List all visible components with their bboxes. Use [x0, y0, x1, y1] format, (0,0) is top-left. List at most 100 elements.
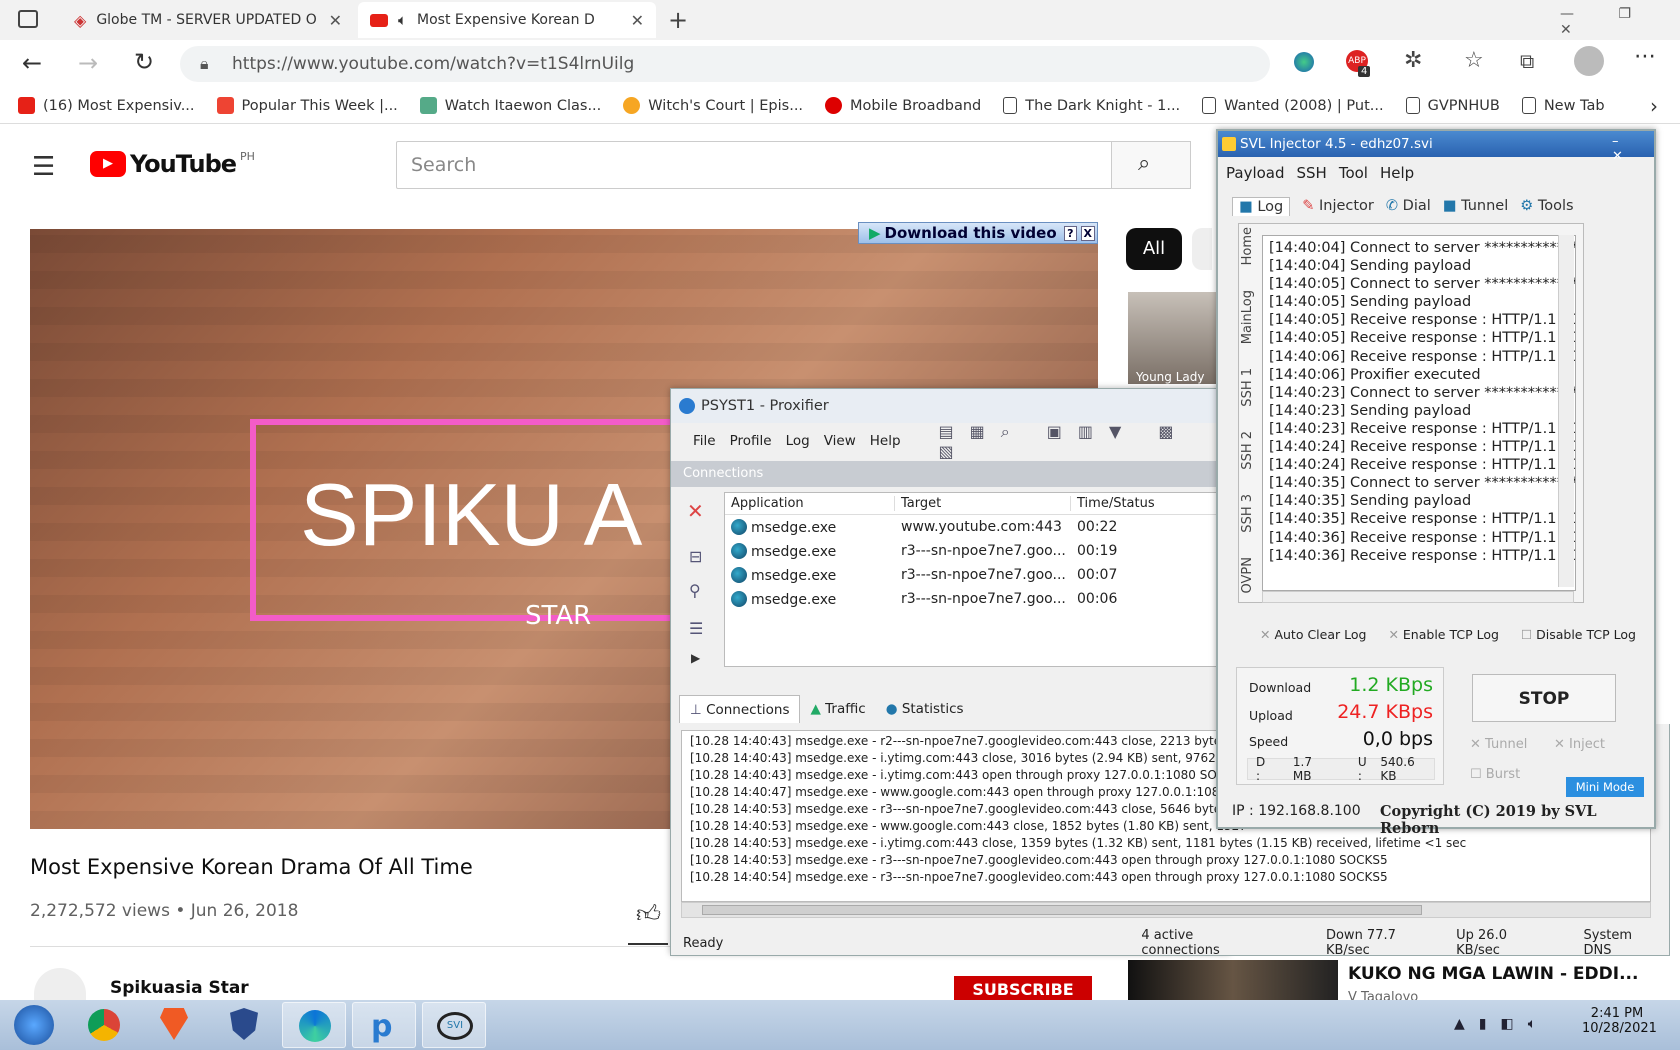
tab-traffic[interactable]: ▲ Traffic	[800, 695, 875, 723]
side-tab-ovpn[interactable]: OVPN	[1240, 557, 1262, 593]
bookmark-item[interactable]: Watch Itaewon Clas...	[419, 88, 601, 124]
toolbar-icons[interactable]: ▤▦⌕ ▣▥▼ ▩ ▧	[939, 422, 1229, 461]
list-icon[interactable]: ☰	[689, 619, 703, 638]
extensions-puzzle-icon[interactable]: ✲	[1404, 48, 1422, 73]
side-tab-home[interactable]: Home	[1240, 227, 1262, 265]
start-button-icon[interactable]	[14, 1005, 54, 1045]
tab-injector[interactable]: ✎ Injector	[1302, 198, 1374, 214]
subscribe-button[interactable]: SUBSCRIBE	[954, 976, 1092, 1000]
tab-connections[interactable]: ⊥ Connections	[679, 695, 801, 723]
close-connection-icon[interactable]: ✕	[687, 499, 704, 523]
table-row[interactable]: msedge.exe r3---sn-npoe7ne7.goo... 00:19	[725, 539, 1229, 563]
mini-mode-button[interactable]: Mini Mode	[1566, 777, 1644, 797]
speaker-icon[interactable]: 🔈︎	[398, 11, 407, 29]
svl-window-controls[interactable]: – ✕	[1612, 134, 1654, 164]
bookmark-item[interactable]: The Dark Knight - 1...	[1003, 88, 1180, 124]
tab-youtube[interactable]: 🔈︎ Most Expensive Korean Drar ✕	[358, 2, 656, 38]
side-tab-ssh1[interactable]: SSH 1	[1240, 368, 1262, 407]
tray-icons[interactable]: ▲▮◧🔈︎	[1454, 1016, 1550, 1032]
chip-next[interactable]	[1192, 228, 1212, 270]
svl-vertical-scrollbar[interactable]	[1558, 235, 1574, 587]
taskbar-brave[interactable]	[142, 1002, 206, 1048]
tab-tunnel[interactable]: ■ Tunnel	[1443, 198, 1509, 214]
find-icon[interactable]: ⚲	[689, 581, 701, 600]
tab-actions-icon[interactable]	[18, 10, 38, 28]
menu-log[interactable]: Log	[786, 433, 810, 449]
reload-icon[interactable]: ↻	[134, 48, 154, 76]
menu-tool[interactable]: Tool	[1339, 164, 1368, 182]
search-button[interactable]: ⌕	[1111, 141, 1191, 189]
window-controls[interactable]: — ❐ ✕	[1560, 6, 1680, 38]
new-tab-icon[interactable]: +	[668, 6, 688, 34]
bookmark-item[interactable]: Wanted (2008) | Put...	[1202, 88, 1384, 124]
bookmark-item[interactable]: Mobile Broadband	[825, 88, 981, 124]
vpn-extension-icon[interactable]	[1294, 52, 1314, 72]
more-menu-icon[interactable]: ⋯	[1634, 44, 1656, 69]
taskbar-vpn[interactable]	[212, 1002, 276, 1048]
table-row[interactable]: msedge.exe r3---sn-npoe7ne7.goo... 00:06	[725, 587, 1229, 611]
chevron-right-icon[interactable]: ›	[1650, 94, 1658, 118]
remove-rule-icon[interactable]: ⊟	[689, 547, 702, 566]
taskbar-svl[interactable]: SVI	[422, 1002, 486, 1048]
lock-icon[interactable]: 🔒︎	[200, 54, 209, 74]
channel-name[interactable]: Spikuasia Star	[110, 978, 249, 998]
taskbar-chrome[interactable]	[72, 1002, 136, 1048]
download-video-bar[interactable]: ▶ Download this video ? X	[858, 222, 1098, 244]
menu-payload[interactable]: Payload	[1226, 164, 1285, 182]
taskbar-proxifier[interactable]: p	[352, 1002, 416, 1048]
tab-log[interactable]: ■ Log	[1232, 196, 1291, 216]
close-tab-icon[interactable]: ✕	[631, 11, 644, 30]
option-enable-tcp[interactable]: ✕ Enable TCP Log	[1388, 627, 1498, 642]
collections-icon[interactable]: ⧉	[1520, 49, 1534, 73]
stop-button[interactable]: STOP	[1472, 674, 1616, 722]
checkbox-burst[interactable]: ☐ Burst	[1470, 767, 1520, 782]
clock[interactable]: 2:41 PM 10/28/2021	[1582, 1006, 1657, 1036]
favorites-icon[interactable]: ☆	[1464, 48, 1484, 73]
horizontal-scrollbar[interactable]	[681, 902, 1651, 918]
svl-log[interactable]: [14:40:04] Connect to server ***********…	[1262, 235, 1576, 591]
youtube-search-input[interactable]: Search	[396, 141, 1112, 189]
svl-titlebar[interactable]: SVL Injector 4.5 - edhz07.svi	[1218, 131, 1654, 157]
back-icon[interactable]: ←	[22, 49, 42, 77]
hamburger-menu-icon[interactable]: ☰	[32, 152, 55, 182]
option-auto-clear[interactable]: ✕ Auto Clear Log	[1260, 627, 1366, 642]
menu-file[interactable]: File	[693, 433, 716, 449]
proxifier-titlebar[interactable]: PSYST1 - Proxifier	[671, 389, 1229, 423]
like-icon[interactable]: 👍︎	[636, 900, 661, 929]
side-tab-mainlog[interactable]: MainLog	[1240, 290, 1262, 344]
chip-all[interactable]: All	[1126, 228, 1182, 270]
recommended-thumbnail[interactable]: Young Lady	[1128, 292, 1216, 384]
menu-view[interactable]: View	[824, 433, 856, 449]
svl-log-options: ✕ Auto Clear Log ✕ Enable TCP Log ☐ Disa…	[1260, 627, 1636, 642]
recommended-thumbnail-2[interactable]	[1128, 960, 1338, 1000]
bookmark-item[interactable]: New Tab	[1521, 88, 1605, 124]
checkbox-tunnel[interactable]: ✕ Tunnel	[1470, 737, 1527, 752]
side-tab-ssh3[interactable]: SSH 3	[1240, 494, 1262, 533]
taskbar-edge[interactable]	[282, 1002, 346, 1048]
svl-horizontal-scrollbar[interactable]	[1262, 591, 1574, 603]
checkbox-inject[interactable]: ✕ Inject	[1554, 737, 1605, 752]
option-disable-tcp[interactable]: ☐ Disable TCP Log	[1521, 627, 1636, 642]
tab-statistics[interactable]: ● Statistics	[876, 695, 974, 723]
tab-tools[interactable]: ⚙ Tools	[1520, 198, 1573, 214]
profile-avatar-icon[interactable]	[1574, 46, 1604, 76]
bookmark-item[interactable]: (16) Most Expensiv...	[18, 88, 195, 124]
tab-dial[interactable]: ✆ Dial	[1386, 198, 1431, 214]
table-row[interactable]: msedge.exe r3---sn-npoe7ne7.goo... 00:07	[725, 563, 1229, 587]
menu-help[interactable]: Help	[1380, 164, 1414, 182]
youtube-logo[interactable]: ▶ YouTube PH	[90, 150, 255, 178]
forward-icon[interactable]: →	[78, 49, 98, 77]
menu-ssh[interactable]: SSH	[1297, 164, 1327, 182]
table-row[interactable]: msedge.exe www.youtube.com:443 00:22	[725, 515, 1229, 539]
menu-help[interactable]: Help	[870, 433, 901, 449]
recommended-title[interactable]: KUKO NG MGA LAWIN - EDDI...	[1348, 964, 1638, 984]
side-tab-ssh2[interactable]: SSH 2	[1240, 431, 1262, 470]
bookmark-item[interactable]: Witch's Court | Epis...	[623, 88, 803, 124]
expand-arrow-icon[interactable]: ▶	[691, 651, 700, 665]
bookmark-item[interactable]: Popular This Week |...	[216, 88, 398, 124]
tab-globe[interactable]: ◈ Globe TM - SERVER UPDATED OC ✕	[62, 2, 354, 38]
menu-profile[interactable]: Profile	[730, 433, 772, 449]
url-field[interactable]: https://www.youtube.com/watch?v=t1S4lrnU…	[180, 46, 1270, 82]
close-tab-icon[interactable]: ✕	[329, 11, 342, 30]
bookmark-item[interactable]: GVPNHUB	[1405, 88, 1500, 124]
